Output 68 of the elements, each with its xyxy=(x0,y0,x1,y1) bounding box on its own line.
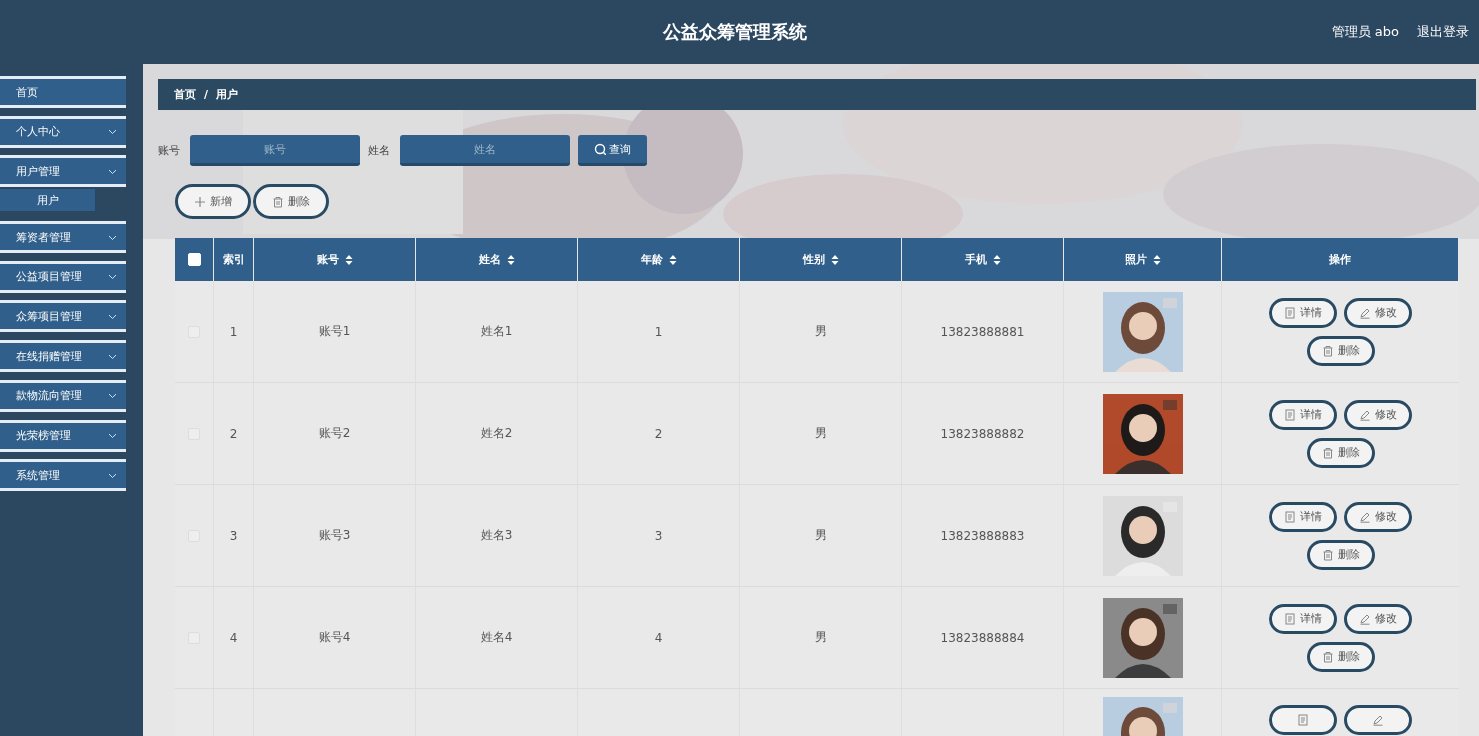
admin-name: 管理员 abo xyxy=(1331,23,1399,41)
column-header[interactable]: 性别 xyxy=(802,252,825,267)
field-label: 账号 xyxy=(158,143,180,158)
breadcrumb-link[interactable]: 用户 xyxy=(216,87,239,102)
menu-item[interactable]: 公益项目管理 xyxy=(0,260,126,293)
table-cell: 1 xyxy=(654,324,663,339)
detail-button[interactable]: 详情 xyxy=(1269,501,1337,532)
logout-link[interactable]: 退出登录 xyxy=(1417,23,1469,41)
table-cell: 1 xyxy=(229,324,238,339)
menu-item[interactable]: 个人中心 xyxy=(0,115,126,148)
table-cell: 13823888883 xyxy=(940,528,1025,543)
table-cell: 姓名1 xyxy=(480,323,513,340)
edit-button[interactable]: 修改 xyxy=(1344,501,1412,532)
table-cell: 3 xyxy=(654,528,663,543)
edit-button[interactable]: 修改 xyxy=(1344,399,1412,430)
add-button[interactable]: 新增 xyxy=(175,184,251,219)
table-cell: 3 xyxy=(229,528,238,543)
table-cell: 13823888881 xyxy=(940,324,1025,339)
delete-button[interactable]: 删除 xyxy=(1306,641,1375,672)
edit-button[interactable]: 修改 xyxy=(1344,297,1412,328)
table-cell: 2 xyxy=(229,426,238,441)
menu-item[interactable]: 首页 xyxy=(0,76,126,108)
menu-item[interactable]: 众筹项目管理 xyxy=(0,300,126,333)
field-label: 姓名 xyxy=(368,143,390,158)
table-cell: 账号3 xyxy=(318,527,351,544)
table-cell: 账号1 xyxy=(318,323,351,340)
table-cell: 男 xyxy=(814,527,827,544)
column-header[interactable]: 姓名 xyxy=(478,252,501,267)
table-cell: 男 xyxy=(814,629,827,646)
menu-item[interactable]: 光荣榜管理 xyxy=(0,419,126,452)
table-cell: 账号4 xyxy=(318,629,351,646)
submenu-item[interactable]: 用户 xyxy=(0,189,95,212)
column-header[interactable]: 年龄 xyxy=(640,252,663,267)
table-cell: 账号2 xyxy=(318,425,351,442)
detail-button[interactable]: 详情 xyxy=(1269,399,1337,430)
table-cell: 姓名4 xyxy=(480,629,513,646)
table-cell: 13823888884 xyxy=(940,630,1025,645)
column-header[interactable]: 照片 xyxy=(1124,252,1147,267)
menu-item[interactable]: 系统管理 xyxy=(0,459,126,492)
app-title: 公益众筹管理系统 xyxy=(661,20,808,44)
table-cell: 4 xyxy=(654,630,663,645)
delete-button[interactable]: 删除 xyxy=(1306,335,1375,366)
edit-button[interactable]: 修改 xyxy=(1344,603,1412,634)
breadcrumb-link[interactable]: 首页 xyxy=(174,87,196,102)
breadcrumb-separator: / xyxy=(204,88,209,101)
table-cell: 姓名2 xyxy=(480,425,513,442)
delete-button[interactable]: 删除 xyxy=(1306,539,1375,570)
table-cell: 男 xyxy=(814,425,827,442)
search-button[interactable]: 查询 xyxy=(578,135,647,166)
menu-item[interactable]: 筹资者管理 xyxy=(0,221,126,254)
column-header[interactable]: 账号 xyxy=(316,252,339,267)
search-field[interactable]: 姓名 xyxy=(400,135,570,166)
table-cell: 4 xyxy=(229,630,238,645)
table-cell: 男 xyxy=(814,323,827,340)
search-field[interactable]: 账号 xyxy=(190,135,360,166)
menu-item[interactable]: 用户管理 xyxy=(0,155,126,188)
menu-item[interactable]: 款物流向管理 xyxy=(0,379,126,412)
table-cell: 13823888882 xyxy=(940,426,1025,441)
detail-button[interactable]: 详情 xyxy=(1269,297,1337,328)
column-header: 操作 xyxy=(1329,252,1351,267)
table-cell: 2 xyxy=(654,426,663,441)
detail-button[interactable]: 详情 xyxy=(1269,603,1337,634)
delete-button[interactable]: 删除 xyxy=(253,184,329,219)
table-cell: 姓名3 xyxy=(480,527,513,544)
column-header[interactable]: 手机 xyxy=(964,252,987,267)
delete-button[interactable]: 删除 xyxy=(1306,437,1375,468)
menu-item[interactable]: 在线捐赠管理 xyxy=(0,340,126,373)
column-header: 索引 xyxy=(222,252,245,267)
